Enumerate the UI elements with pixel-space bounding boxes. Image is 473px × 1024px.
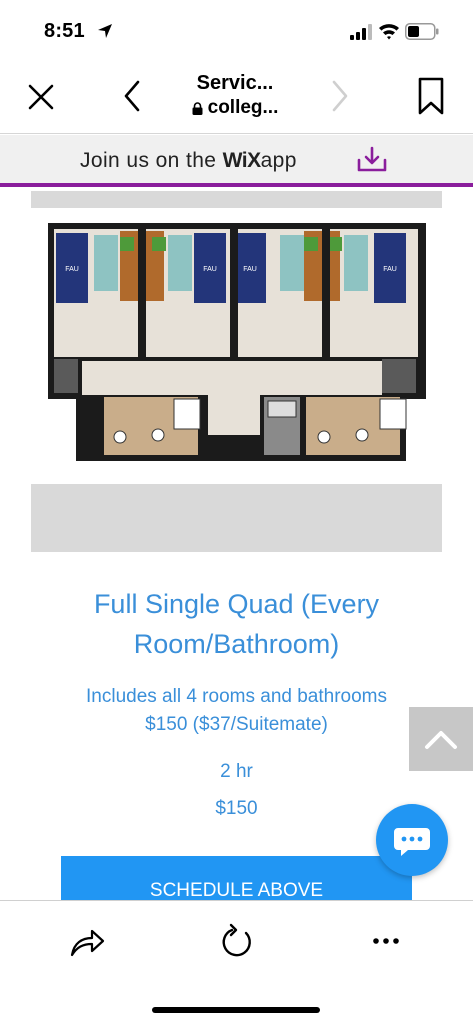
image-placeholder-top (31, 191, 442, 208)
wifi-icon (379, 24, 399, 40)
scroll-to-top-button[interactable] (409, 707, 473, 771)
status-bar: 8:51 (0, 0, 473, 62)
download-icon[interactable] (356, 146, 388, 174)
status-time: 8:51 (44, 20, 85, 42)
location-arrow-icon (98, 24, 112, 38)
service-title: Full Single Quad (Every Room/Bathroom) (93, 589, 380, 659)
chat-bubble-icon (394, 828, 430, 856)
banner-suffix: app (260, 149, 297, 172)
floor-plan-image: FAU FAU FAU FAU (48, 223, 426, 461)
pillow-label: FAU (65, 266, 79, 273)
wix-banner-text: Join us on the WiXapp (80, 149, 297, 173)
banner-prefix: Join us on the (80, 149, 223, 172)
banner-brand: WiX (222, 149, 261, 172)
service-description-line: Includes all 4 rooms and bathrooms (86, 686, 387, 707)
page-title: Servic... (196, 72, 274, 94)
chevron-up-icon (425, 731, 457, 749)
schedule-button[interactable]: SCHEDULE ABOVE (61, 856, 412, 900)
chat-button[interactable] (376, 804, 448, 876)
close-icon[interactable] (24, 80, 58, 114)
page-url[interactable]: colleg... (170, 97, 300, 119)
browser-header: Servic... colleg... (0, 62, 473, 134)
bottom-toolbar (0, 900, 473, 1024)
service-duration: 2 hr (220, 761, 253, 782)
service-description: Includes all 4 rooms and bathrooms $150 … (40, 683, 433, 739)
back-chevron-icon[interactable] (118, 78, 146, 114)
lock-icon (192, 101, 203, 115)
cellular-signal-icon (350, 24, 372, 40)
pillow-label: FAU (383, 266, 397, 273)
more-options-icon[interactable] (370, 931, 402, 951)
forward-chevron-icon[interactable] (326, 78, 354, 114)
pillow-label: FAU (203, 266, 217, 273)
service-price: $150 (215, 798, 258, 819)
page-content: FAU FAU FAU FAU Full Single Quad (Every … (0, 191, 473, 900)
bookmark-icon[interactable] (414, 76, 448, 116)
page-url-text: colleg... (207, 97, 279, 118)
image-placeholder (31, 484, 442, 552)
share-icon[interactable] (68, 923, 106, 961)
battery-icon (405, 23, 439, 40)
reload-icon[interactable] (218, 923, 256, 961)
wix-app-banner[interactable]: Join us on the WiXapp (0, 135, 473, 187)
home-indicator[interactable] (152, 1007, 320, 1013)
service-description-line: $150 ($37/Suitemate) (145, 714, 328, 735)
pillow-label: FAU (243, 266, 257, 273)
